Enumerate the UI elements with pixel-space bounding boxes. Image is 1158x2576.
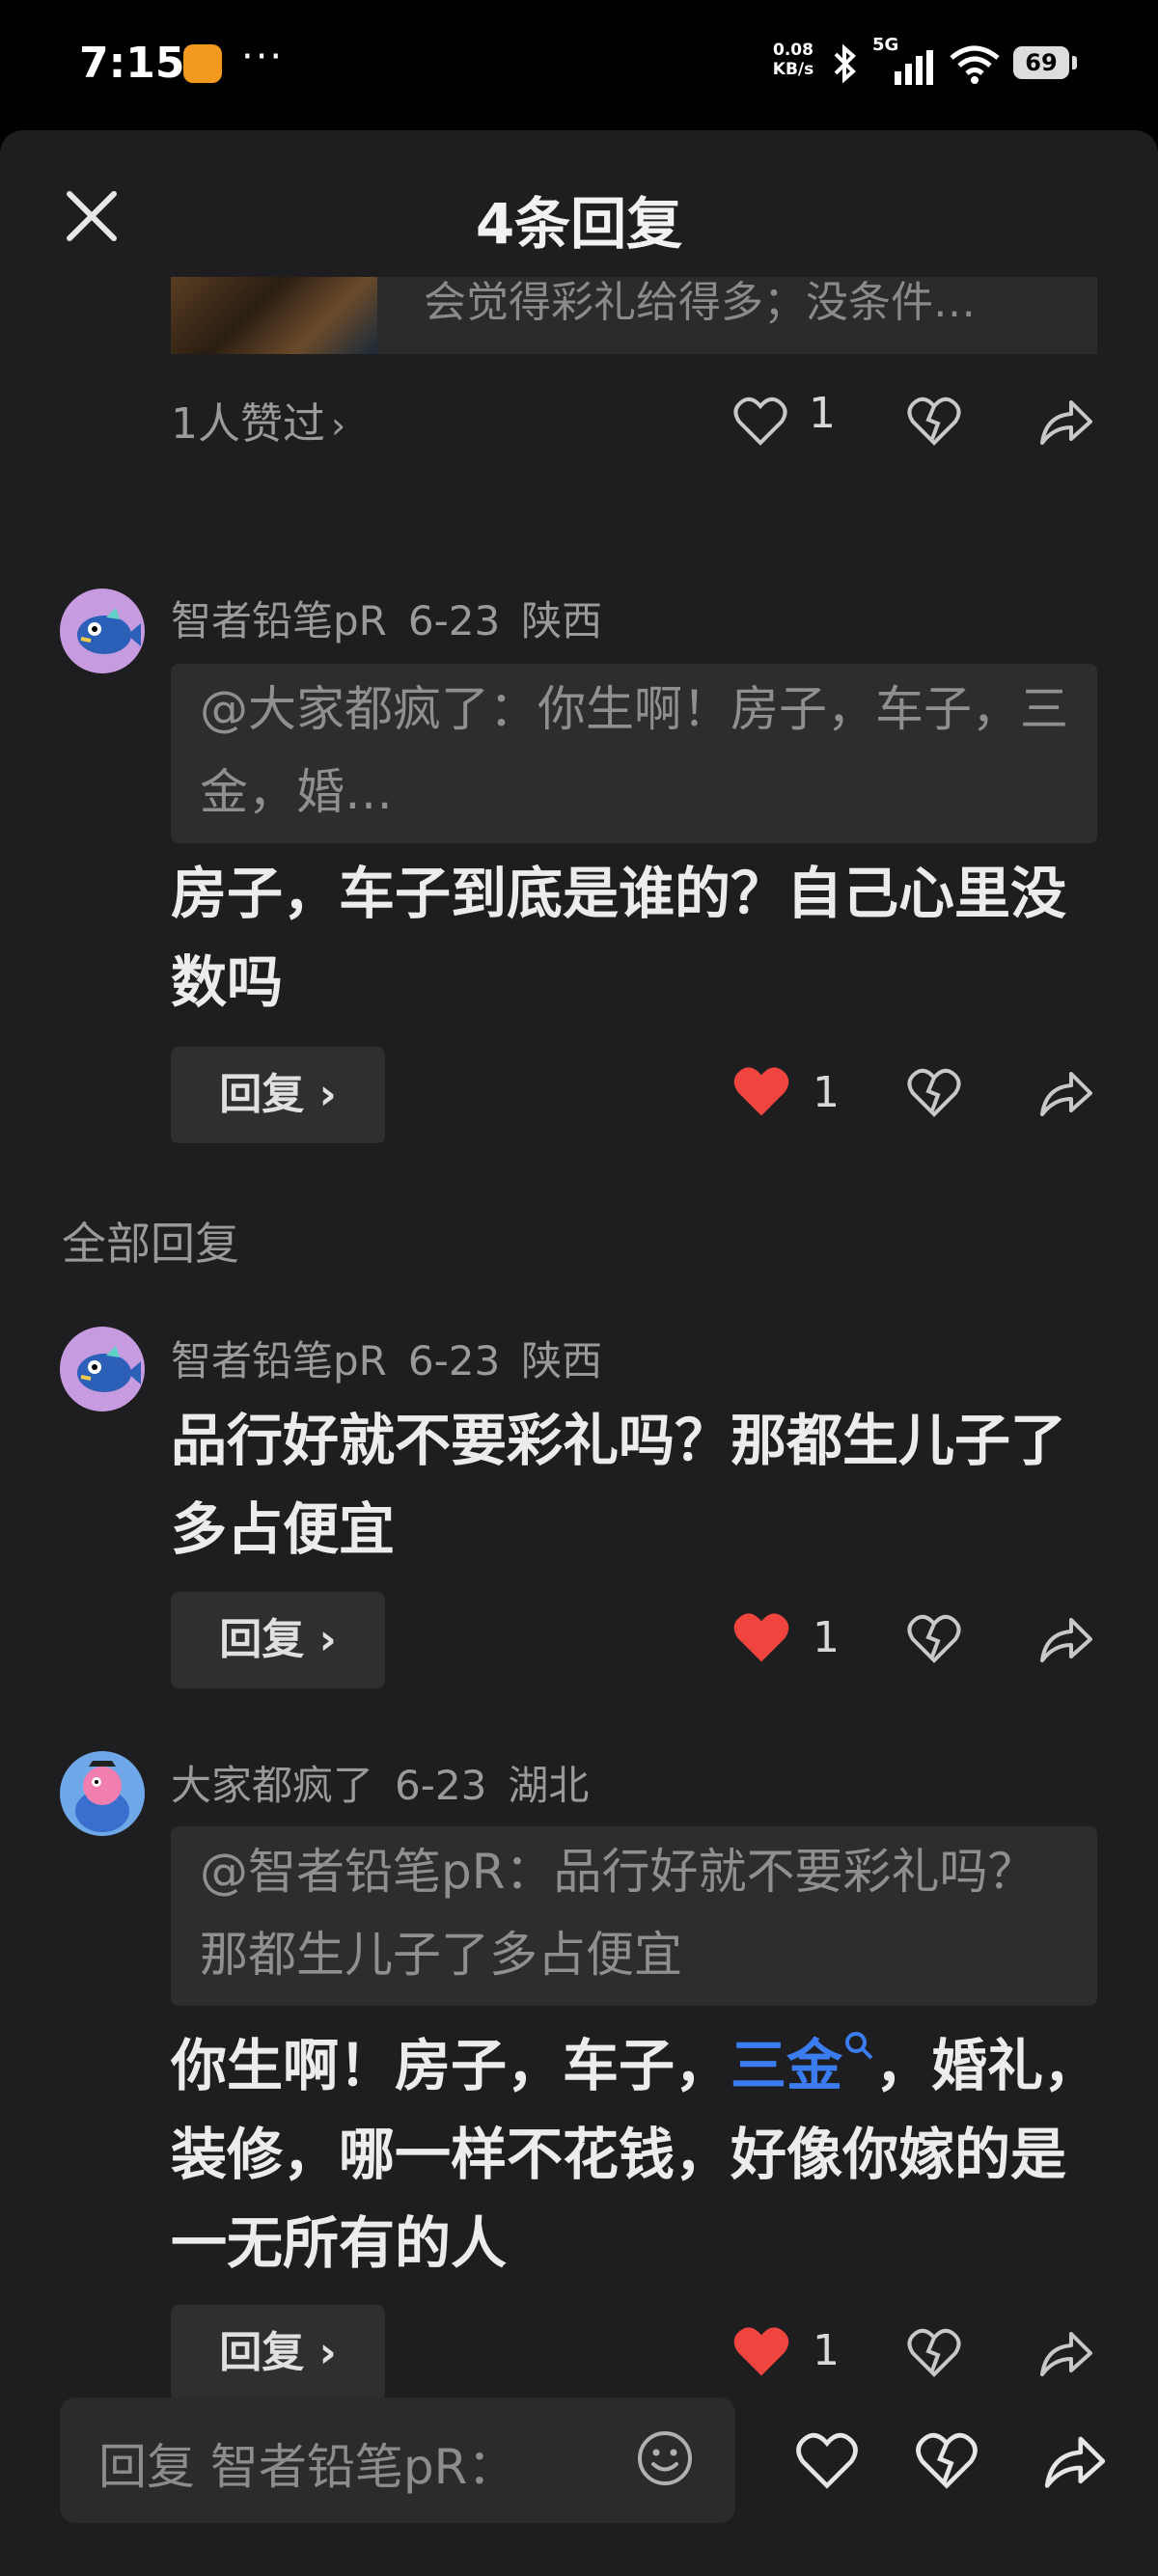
battery-indicator: 69	[1013, 46, 1077, 79]
replies-sheet: 4条回复 会觉得彩礼给得多；没条件… 1人赞过 › 1 智者铅笔pR 6-23 陕西 …	[0, 130, 1158, 2576]
cartoon-avatar-icon	[60, 1751, 145, 1836]
fish-avatar-icon	[60, 1327, 145, 1411]
page-title: 4条回复	[475, 191, 683, 257]
share-icon[interactable]	[1038, 397, 1094, 447]
reply-button-label: 回复	[219, 1615, 305, 1664]
share-icon[interactable]	[1038, 1068, 1094, 1118]
reply-input-placeholder: 回复 智者铅笔pR：	[98, 2439, 516, 2495]
section-label: 全部回复	[62, 1218, 239, 1270]
reply-button-label: 回复	[219, 2328, 305, 2377]
share-icon[interactable]	[1038, 1614, 1094, 1664]
signal-icon	[895, 50, 933, 85]
emoji-icon[interactable]	[633, 2426, 697, 2490]
like-filled-icon[interactable]	[731, 1610, 791, 1666]
dislike-icon[interactable]	[907, 397, 961, 447]
status-time: 7:15	[79, 39, 185, 88]
network-speed: 0.08 KB/s	[768, 41, 818, 79]
reply-input[interactable]: 回复 智者铅笔pR：	[60, 2398, 735, 2523]
reply-button[interactable]: 回复 ›	[171, 1592, 385, 1688]
comment-text-part: 你生啊！房子，车子，	[171, 2033, 731, 2098]
like-count: 1	[809, 389, 836, 438]
comment-location: 陕西	[521, 597, 603, 644]
dislike-icon[interactable]	[907, 1068, 961, 1118]
dislike-icon[interactable]	[915, 2432, 979, 2490]
previous-comment-preview: 会觉得彩礼给得多；没条件…	[424, 278, 976, 327]
chevron-right-icon: ›	[318, 2328, 337, 2377]
more-notifications-icon: ···	[241, 35, 285, 79]
quoted-comment[interactable]: @大家都疯了：你生啊！房子，车子，三金，婚…	[171, 664, 1097, 843]
like-filled-icon[interactable]	[731, 2324, 791, 2380]
search-link[interactable]: 三金	[731, 2032, 875, 2098]
comment-date: 6-23	[407, 597, 501, 644]
comment-location: 陕西	[521, 1337, 603, 1384]
chevron-right-icon: ›	[318, 1070, 337, 1119]
share-icon[interactable]	[1042, 2432, 1108, 2490]
author-name[interactable]: 智者铅笔pR	[171, 1337, 387, 1384]
reply-button[interactable]: 回复 ›	[171, 2305, 385, 2401]
like-filled-icon[interactable]	[731, 1064, 791, 1120]
avatar[interactable]	[60, 1751, 145, 1836]
dislike-icon[interactable]	[907, 2328, 961, 2378]
previous-comment-thumbnail	[171, 277, 377, 354]
share-icon[interactable]	[1038, 2328, 1094, 2378]
author-name[interactable]: 大家都疯了	[171, 1762, 373, 1809]
fish-avatar-icon	[60, 589, 145, 673]
like-icon[interactable]	[733, 397, 787, 447]
comment-meta: 智者铅笔pR 6-23 陕西	[171, 589, 623, 647]
comment-text: 你生啊！房子，车子，三金 ，婚礼，装修，哪一样不花钱，好像你嫁的是一无所有的人	[171, 2021, 1112, 2288]
reply-input-bar: 回复 智者铅笔pR：	[0, 2398, 1158, 2576]
comment-text: 品行好就不要彩礼吗？那都生儿子了多占便宜	[171, 1408, 1067, 1562]
avatar[interactable]	[60, 1327, 145, 1411]
search-link-text: 三金	[731, 2033, 843, 2098]
avatar[interactable]	[60, 589, 145, 673]
like-count: 1	[813, 1068, 840, 1117]
chevron-right-icon: ›	[331, 404, 346, 447]
like-count: 1	[813, 1613, 840, 1662]
network-speed-value: 0.08	[773, 41, 813, 60]
dislike-icon[interactable]	[907, 1614, 961, 1664]
quoted-comment[interactable]: @智者铅笔pR：品行好就不要彩礼吗？那都生儿子了多占便宜	[171, 1826, 1097, 2006]
likes-summary-link[interactable]: 1人赞过 ›	[171, 389, 345, 451]
previous-comment-card[interactable]: 会觉得彩礼给得多；没条件…	[171, 277, 1097, 354]
search-icon	[845, 2032, 873, 2060]
likes-summary-text: 1人赞过	[171, 399, 325, 449]
bluetooth-icon	[834, 43, 856, 84]
network-speed-unit: KB/s	[772, 60, 814, 79]
like-count: 1	[813, 2326, 840, 2375]
wifi-icon	[950, 45, 1000, 84]
reply-button[interactable]: 回复 ›	[171, 1047, 385, 1143]
comment-meta: 智者铅笔pR 6-23 陕西	[171, 1329, 623, 1387]
sheet-header: 4条回复	[0, 130, 1158, 275]
app-notification-icon	[183, 44, 222, 83]
chevron-right-icon: ›	[318, 1615, 337, 1664]
reply-button-label: 回复	[219, 1070, 305, 1119]
comment-text: 房子，车子到底是谁的？自己心里没数吗	[171, 861, 1067, 1015]
author-name[interactable]: 智者铅笔pR	[171, 597, 387, 644]
status-bar: 7:15 ··· 0.08 KB/s 5G 69	[0, 0, 1158, 130]
like-icon[interactable]	[795, 2432, 859, 2490]
comment-date: 6-23	[395, 1762, 487, 1809]
comment-meta: 大家都疯了 6-23 湖北	[171, 1753, 610, 1812]
comment-date: 6-23	[407, 1337, 501, 1384]
comment-location: 湖北	[508, 1762, 590, 1809]
